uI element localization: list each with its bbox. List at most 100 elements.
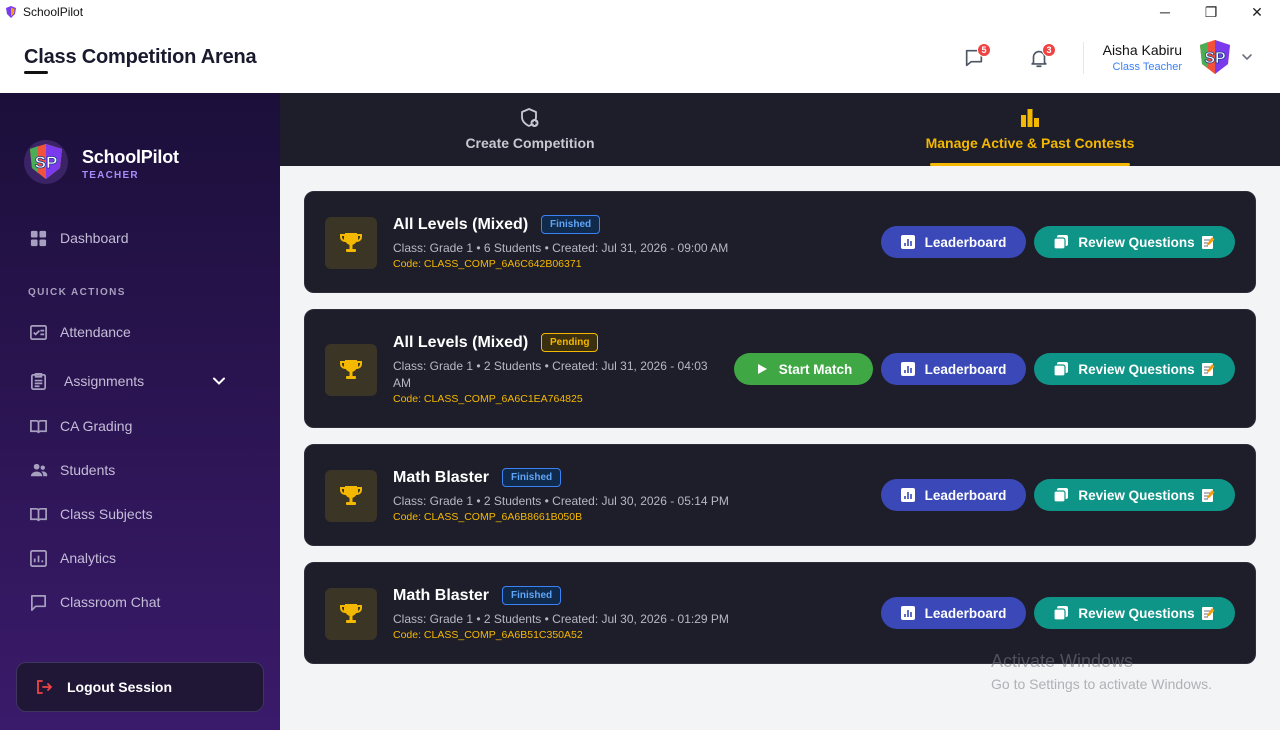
contest-meta: Class: Grade 1 • 2 Students • Created: J… (393, 612, 729, 626)
leaderboard-label: Leaderboard (924, 361, 1007, 377)
students-icon (28, 460, 48, 480)
review-questions-button[interactable]: Review Questions (1034, 597, 1235, 629)
trophy-icon (325, 344, 377, 396)
play-icon (757, 364, 767, 374)
copy-icon (1054, 488, 1069, 502)
messages-button[interactable]: 5 (961, 43, 991, 72)
leaderboard-button[interactable]: Leaderboard (881, 353, 1026, 385)
tab-label: Manage Active & Past Contests (925, 135, 1135, 151)
user-name: Aisha Kabiru (1102, 42, 1182, 58)
status-badge: Finished (541, 215, 601, 234)
sidebar-item-ca-grading[interactable]: CA Grading (28, 413, 258, 439)
notepad-icon (1201, 489, 1215, 502)
contest-code: Code: CLASS_COMP_6A6C1EA764825 (393, 393, 583, 405)
bar-chart-icon (1021, 109, 1039, 127)
notepad-icon (1201, 236, 1215, 249)
review-questions-button[interactable]: Review Questions (1034, 226, 1235, 258)
sidebar-item-label: Dashboard (60, 230, 129, 246)
sidebar-item-label: Attendance (60, 324, 131, 340)
analytics-icon (28, 548, 48, 568)
sidebar-item-label: Students (60, 462, 116, 478)
page-title: Class Competition Arena (24, 46, 257, 68)
trophy-icon (325, 470, 377, 522)
contest-meta: Class: Grade 1 • 6 Students • Created: J… (393, 241, 729, 255)
notepad-icon (1201, 607, 1215, 620)
logout-icon (37, 680, 53, 694)
brand-logo: SP (24, 140, 68, 184)
title-underline (24, 71, 48, 74)
app-header: Class Competition Arena 5 3 Aisha Kabiru… (0, 24, 1280, 93)
status-badge: Finished (502, 468, 562, 487)
svg-text:SP: SP (1204, 50, 1226, 67)
brand-name: SchoolPilot (82, 147, 179, 167)
sidebar-item-label: CA Grading (60, 418, 133, 434)
chevron-down-icon[interactable] (212, 374, 226, 388)
avatar[interactable]: SP (1196, 38, 1234, 76)
section-label: QUICK ACTIONS (28, 287, 126, 298)
trophy-icon (325, 217, 377, 269)
start-match-button[interactable]: Start Match (734, 353, 873, 385)
review-questions-button[interactable]: Review Questions (1034, 353, 1235, 385)
sidebar: SP SchoolPilot TEACHER Dashboard QUICK A… (0, 93, 280, 730)
notepad-icon (1201, 363, 1215, 376)
chevron-down-icon[interactable] (1240, 50, 1254, 64)
review-questions-label: Review Questions (1078, 605, 1195, 621)
contest-code: Code: CLASS_COMP_6A6B8661B050B (393, 511, 583, 523)
close-button[interactable]: ✕ (1234, 0, 1280, 24)
minimize-button[interactable]: ─ (1142, 0, 1188, 24)
brand-subtitle: TEACHER (82, 170, 139, 181)
chat-icon (28, 592, 48, 612)
leaderboard-label: Leaderboard (924, 605, 1007, 621)
tab-manage-contests[interactable]: Manage Active & Past Contests (920, 93, 1140, 166)
copy-icon (1054, 606, 1069, 620)
sidebar-item-class-subjects[interactable]: Class Subjects (28, 501, 258, 527)
review-questions-label: Review Questions (1078, 487, 1195, 503)
start-match-label: Start Match (778, 361, 853, 377)
contest-card: All Levels (Mixed) Pending Class: Grade … (304, 309, 1256, 428)
sidebar-item-label: Classroom Chat (60, 594, 161, 610)
sidebar-item-label: Assignments (64, 373, 145, 389)
copy-icon (1054, 362, 1069, 376)
leaderboard-button[interactable]: Leaderboard (881, 479, 1026, 511)
app-logo-icon (6, 6, 16, 18)
assignments-icon (28, 371, 48, 391)
activation-watermark-text: Go to Settings to activate Windows. (991, 676, 1212, 692)
tab-bar: Create Competition Manage Active & Past … (280, 93, 1280, 166)
activation-watermark-title: Activate Windows (991, 651, 1134, 671)
sidebar-item-assignments[interactable]: Assignments (28, 368, 258, 394)
leaderboard-button[interactable]: Leaderboard (881, 226, 1026, 258)
sidebar-item-attendance[interactable]: Attendance (28, 319, 258, 345)
contests-list: All Levels (Mixed) Finished Class: Grade… (280, 166, 1280, 730)
app-name: SchoolPilot (23, 5, 84, 19)
leaderboard-icon (900, 235, 915, 249)
sidebar-item-students[interactable]: Students (28, 457, 258, 483)
contest-code: Code: CLASS_COMP_6A6C642B06371 (393, 258, 582, 270)
window-titlebar: SchoolPilot ─ ❐ ✕ (0, 0, 1280, 24)
contest-title: All Levels (Mixed) (393, 216, 529, 233)
logout-button[interactable]: Logout Session (16, 662, 264, 712)
status-badge: Pending (541, 333, 599, 352)
header-divider (1083, 42, 1084, 74)
leaderboard-button[interactable]: Leaderboard (881, 597, 1026, 629)
tab-create-competition[interactable]: Create Competition (430, 93, 630, 166)
leaderboard-label: Leaderboard (924, 234, 1007, 250)
notifications-button[interactable]: 3 (1026, 43, 1056, 72)
sidebar-item-analytics[interactable]: Analytics (28, 545, 258, 571)
maximize-button[interactable]: ❐ (1188, 0, 1234, 24)
copy-icon (1054, 235, 1069, 249)
leaderboard-label: Leaderboard (924, 487, 1007, 503)
contest-meta: Class: Grade 1 • 2 Students • Created: J… (393, 359, 708, 390)
status-badge: Finished (502, 586, 562, 605)
leaderboard-icon (900, 488, 915, 502)
review-questions-button[interactable]: Review Questions (1034, 479, 1235, 511)
sidebar-item-dashboard[interactable]: Dashboard (28, 225, 258, 251)
shield-add-icon (521, 108, 539, 127)
contest-title: Math Blaster (393, 587, 490, 604)
contest-code: Code: CLASS_COMP_6A6B51C350A52 (393, 629, 583, 641)
messages-count-badge: 5 (977, 43, 991, 57)
review-questions-label: Review Questions (1078, 234, 1195, 250)
tab-label: Create Competition (465, 135, 595, 151)
logout-label: Logout Session (67, 679, 172, 695)
sidebar-item-classroom-chat[interactable]: Classroom Chat (28, 589, 258, 615)
notifications-count-badge: 3 (1042, 43, 1056, 57)
